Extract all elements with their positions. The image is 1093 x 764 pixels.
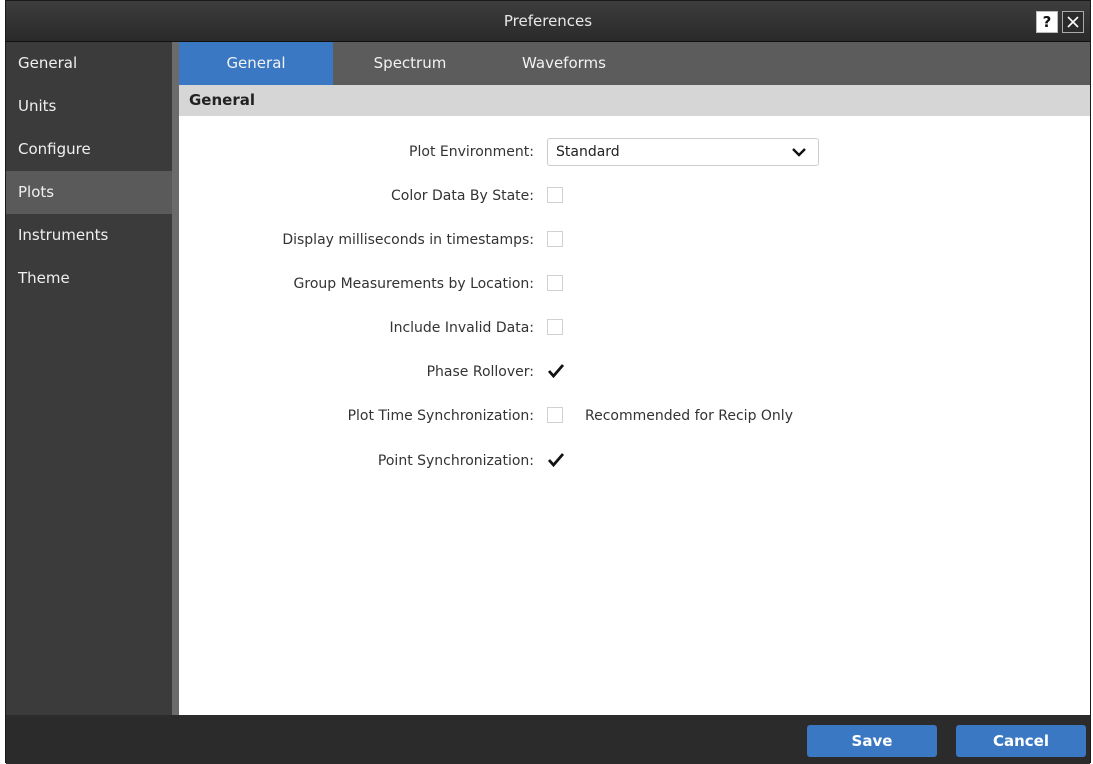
sidebar-splitter[interactable]	[172, 42, 179, 715]
dialog-title: Preferences	[503, 12, 593, 30]
close-button[interactable]	[1062, 11, 1084, 33]
include-invalid-data-label: Include Invalid Data:	[389, 320, 534, 336]
point-sync-checkbox[interactable]	[547, 452, 565, 468]
plot-environment-value: Standard	[556, 144, 620, 160]
sidebar-item-theme[interactable]: Theme	[6, 257, 172, 300]
title-bar[interactable]: Preferences ?	[6, 1, 1090, 42]
phase-rollover-row: Phase Rollover:	[179, 359, 1090, 385]
save-button[interactable]: Save	[807, 725, 937, 757]
include-invalid-data-row: Include Invalid Data:	[179, 315, 1090, 341]
display-milliseconds-row: Display milliseconds in timestamps:	[179, 227, 1090, 253]
display-milliseconds-label: Display milliseconds in timestamps:	[282, 232, 534, 248]
tab-waveforms[interactable]: Waveforms	[487, 42, 641, 85]
color-data-by-state-row: Color Data By State:	[179, 183, 1090, 209]
color-data-by-state-label: Color Data By State:	[391, 188, 534, 204]
plot-time-sync-row: Plot Time Synchronization: Recommended f…	[179, 403, 1090, 429]
tab-spectrum[interactable]: Spectrum	[333, 42, 487, 85]
plot-environment-label: Plot Environment:	[409, 144, 534, 160]
plot-time-sync-checkbox[interactable]	[547, 407, 563, 423]
color-data-by-state-checkbox[interactable]	[547, 187, 563, 203]
checkmark-icon	[547, 453, 565, 468]
tab-bar: General Spectrum Waveforms	[179, 42, 1090, 85]
sidebar-item-plots[interactable]: Plots	[6, 171, 172, 214]
phase-rollover-checkbox[interactable]	[547, 363, 565, 379]
phase-rollover-label: Phase Rollover:	[426, 364, 534, 380]
cancel-button[interactable]: Cancel	[956, 725, 1086, 757]
section-title: General	[179, 85, 1090, 116]
tab-general[interactable]: General	[179, 42, 333, 85]
sidebar-item-configure[interactable]: Configure	[6, 128, 172, 171]
help-button[interactable]: ?	[1036, 11, 1058, 33]
plot-time-sync-note: Recommended for Recip Only	[585, 408, 793, 424]
content-panel: General Spectrum Waveforms General Plot …	[179, 42, 1090, 715]
include-invalid-data-checkbox[interactable]	[547, 319, 563, 335]
dialog-footer: Save Cancel	[6, 715, 1090, 764]
preferences-dialog: Preferences ? General Units Configure Pl…	[5, 0, 1091, 764]
display-milliseconds-checkbox[interactable]	[547, 231, 563, 247]
sidebar: General Units Configure Plots Instrument…	[6, 42, 172, 715]
plot-time-sync-label: Plot Time Synchronization:	[347, 408, 534, 424]
group-measurements-row: Group Measurements by Location:	[179, 271, 1090, 297]
sidebar-item-general[interactable]: General	[6, 42, 172, 85]
plot-environment-row: Plot Environment: Standard	[179, 138, 1090, 166]
sidebar-item-instruments[interactable]: Instruments	[6, 214, 172, 257]
chevron-down-icon	[792, 148, 806, 157]
point-sync-label: Point Synchronization:	[377, 453, 534, 469]
sidebar-item-units[interactable]: Units	[6, 85, 172, 128]
close-icon	[1067, 16, 1079, 28]
group-measurements-label: Group Measurements by Location:	[293, 276, 534, 292]
checkmark-icon	[547, 364, 565, 379]
group-measurements-checkbox[interactable]	[547, 275, 563, 291]
point-sync-row: Point Synchronization:	[179, 448, 1090, 474]
plot-environment-select[interactable]: Standard	[547, 138, 819, 166]
